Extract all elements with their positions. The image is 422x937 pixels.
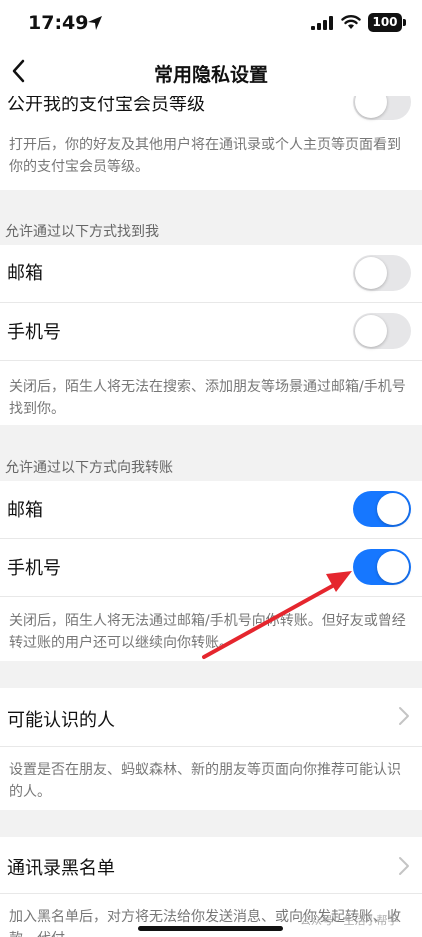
find-me-header: 允许通过以下方式找到我	[5, 224, 159, 240]
home-indicator[interactable]	[138, 926, 283, 931]
member-level-label: 公开我的支付宝会员等级	[7, 96, 205, 115]
chevron-right-icon	[399, 707, 409, 725]
transfer-desc: 关闭后，陌生人将无法通过邮箱/手机号向你转账。但好友或曾经转过账的用户还可以继续…	[9, 613, 406, 651]
find-me-phone-label: 手机号	[7, 322, 61, 343]
row-divider	[0, 893, 422, 894]
transfer-email-label: 邮箱	[7, 500, 43, 521]
row-divider	[0, 302, 422, 303]
find-me-email-toggle[interactable]	[353, 255, 411, 291]
page-title: 常用隐私设置	[153, 64, 268, 86]
status-time: 17:49	[28, 12, 89, 34]
find-me-desc: 关闭后，陌生人将无法在搜索、添加朋友等场景通过邮箱/手机号找到你。	[9, 379, 406, 417]
member-level-toggle[interactable]	[353, 96, 411, 120]
battery-icon: 100	[368, 13, 406, 32]
find-me-email-label: 邮箱	[7, 263, 43, 284]
people-desc: 设置是否在朋友、蚂蚁森林、新的朋友等页面向你推荐可能认识的人。	[9, 762, 401, 800]
blacklist-label: 通讯录黑名单	[7, 858, 115, 879]
transfer-email-toggle[interactable]	[353, 491, 411, 527]
row-divider	[0, 360, 422, 361]
location-arrow-icon	[88, 16, 102, 30]
row-divider	[0, 746, 422, 747]
watermark: 公众号 · 生活小帮手	[300, 914, 399, 927]
transfer-header: 允许通过以下方式向我转账	[5, 460, 173, 476]
settings-list[interactable]: 公开我的支付宝会员等级 打开后，你的好友及其他用户将在通讯录或个人主页等页面看到…	[0, 96, 422, 937]
transfer-phone-label: 手机号	[7, 558, 61, 579]
chevron-right-icon	[399, 857, 409, 875]
status-bar: 17:49 100	[0, 0, 422, 48]
people-label: 可能认识的人	[7, 710, 115, 731]
transfer-phone-toggle[interactable]	[353, 549, 411, 585]
row-divider	[0, 596, 422, 597]
find-me-phone-toggle[interactable]	[353, 313, 411, 349]
battery-level: 100	[372, 15, 398, 29]
row-divider	[0, 538, 422, 539]
wifi-icon	[341, 15, 361, 29]
cellular-signal-icon	[311, 16, 333, 30]
member-level-desc: 打开后，你的好友及其他用户将在通讯录或个人主页等页面看到你的支付宝会员等级。	[9, 137, 401, 175]
nav-bar: 常用隐私设置	[0, 48, 422, 96]
